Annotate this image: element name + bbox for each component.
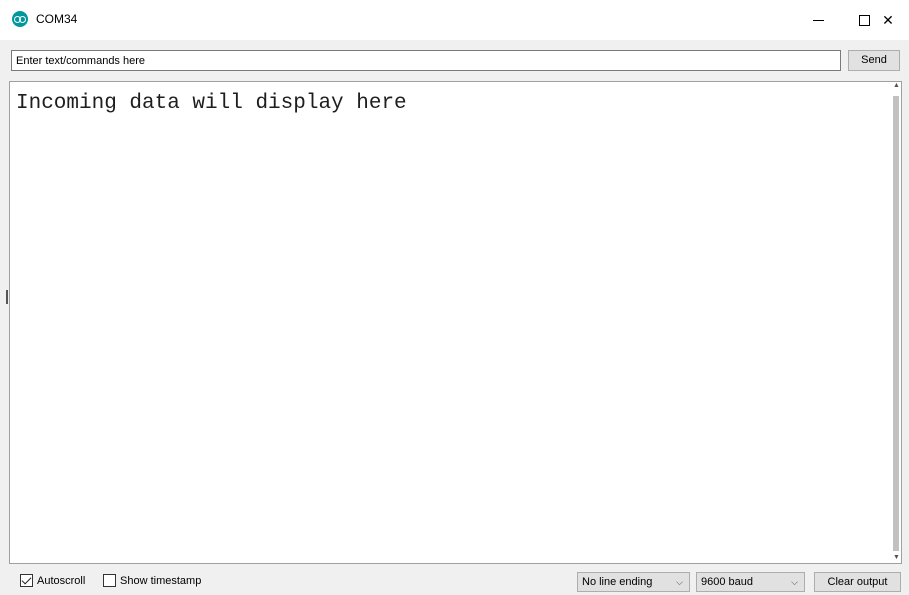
- baud-rate-select[interactable]: 9600 baud ⌵: [696, 572, 805, 592]
- chevron-down-icon: ⌵: [791, 577, 798, 587]
- send-bar: Send: [0, 40, 909, 80]
- arduino-icon: [12, 11, 28, 27]
- clear-output-button[interactable]: Clear output: [814, 572, 901, 592]
- show-timestamp-checkbox[interactable]: Show timestamp: [103, 574, 201, 587]
- status-bar: Autoscroll Show timestamp No line ending…: [0, 565, 909, 595]
- title-bar: COM34 ✕: [0, 0, 909, 40]
- line-ending-value: No line ending: [582, 576, 653, 588]
- serial-output[interactable]: Incoming data will display here ▲ ▼: [9, 81, 902, 564]
- autoscroll-label: Autoscroll: [37, 574, 86, 587]
- scroll-down-icon[interactable]: ▼: [893, 554, 900, 561]
- vertical-scrollbar[interactable]: ▲ ▼: [891, 82, 901, 563]
- timestamp-label: Show timestamp: [120, 574, 202, 587]
- resize-handle[interactable]: [6, 290, 8, 304]
- command-input[interactable]: [11, 50, 841, 71]
- minimize-icon: [812, 19, 824, 21]
- scroll-thumb[interactable]: [893, 96, 899, 551]
- close-button[interactable]: ✕: [867, 0, 909, 40]
- chevron-down-icon: ⌵: [676, 577, 683, 587]
- autoscroll-check-icon: [20, 574, 33, 587]
- line-ending-select[interactable]: No line ending ⌵: [577, 572, 690, 592]
- baud-rate-value: 9600 baud: [701, 576, 753, 588]
- output-text: Incoming data will display here: [16, 92, 407, 115]
- minimize-button[interactable]: [795, 0, 841, 40]
- scroll-up-icon[interactable]: ▲: [893, 82, 900, 89]
- timestamp-check-icon: [103, 574, 116, 587]
- send-button[interactable]: Send: [848, 50, 900, 71]
- autoscroll-checkbox[interactable]: Autoscroll: [20, 574, 85, 587]
- close-icon: ✕: [882, 11, 894, 28]
- window-title: COM34: [36, 12, 78, 26]
